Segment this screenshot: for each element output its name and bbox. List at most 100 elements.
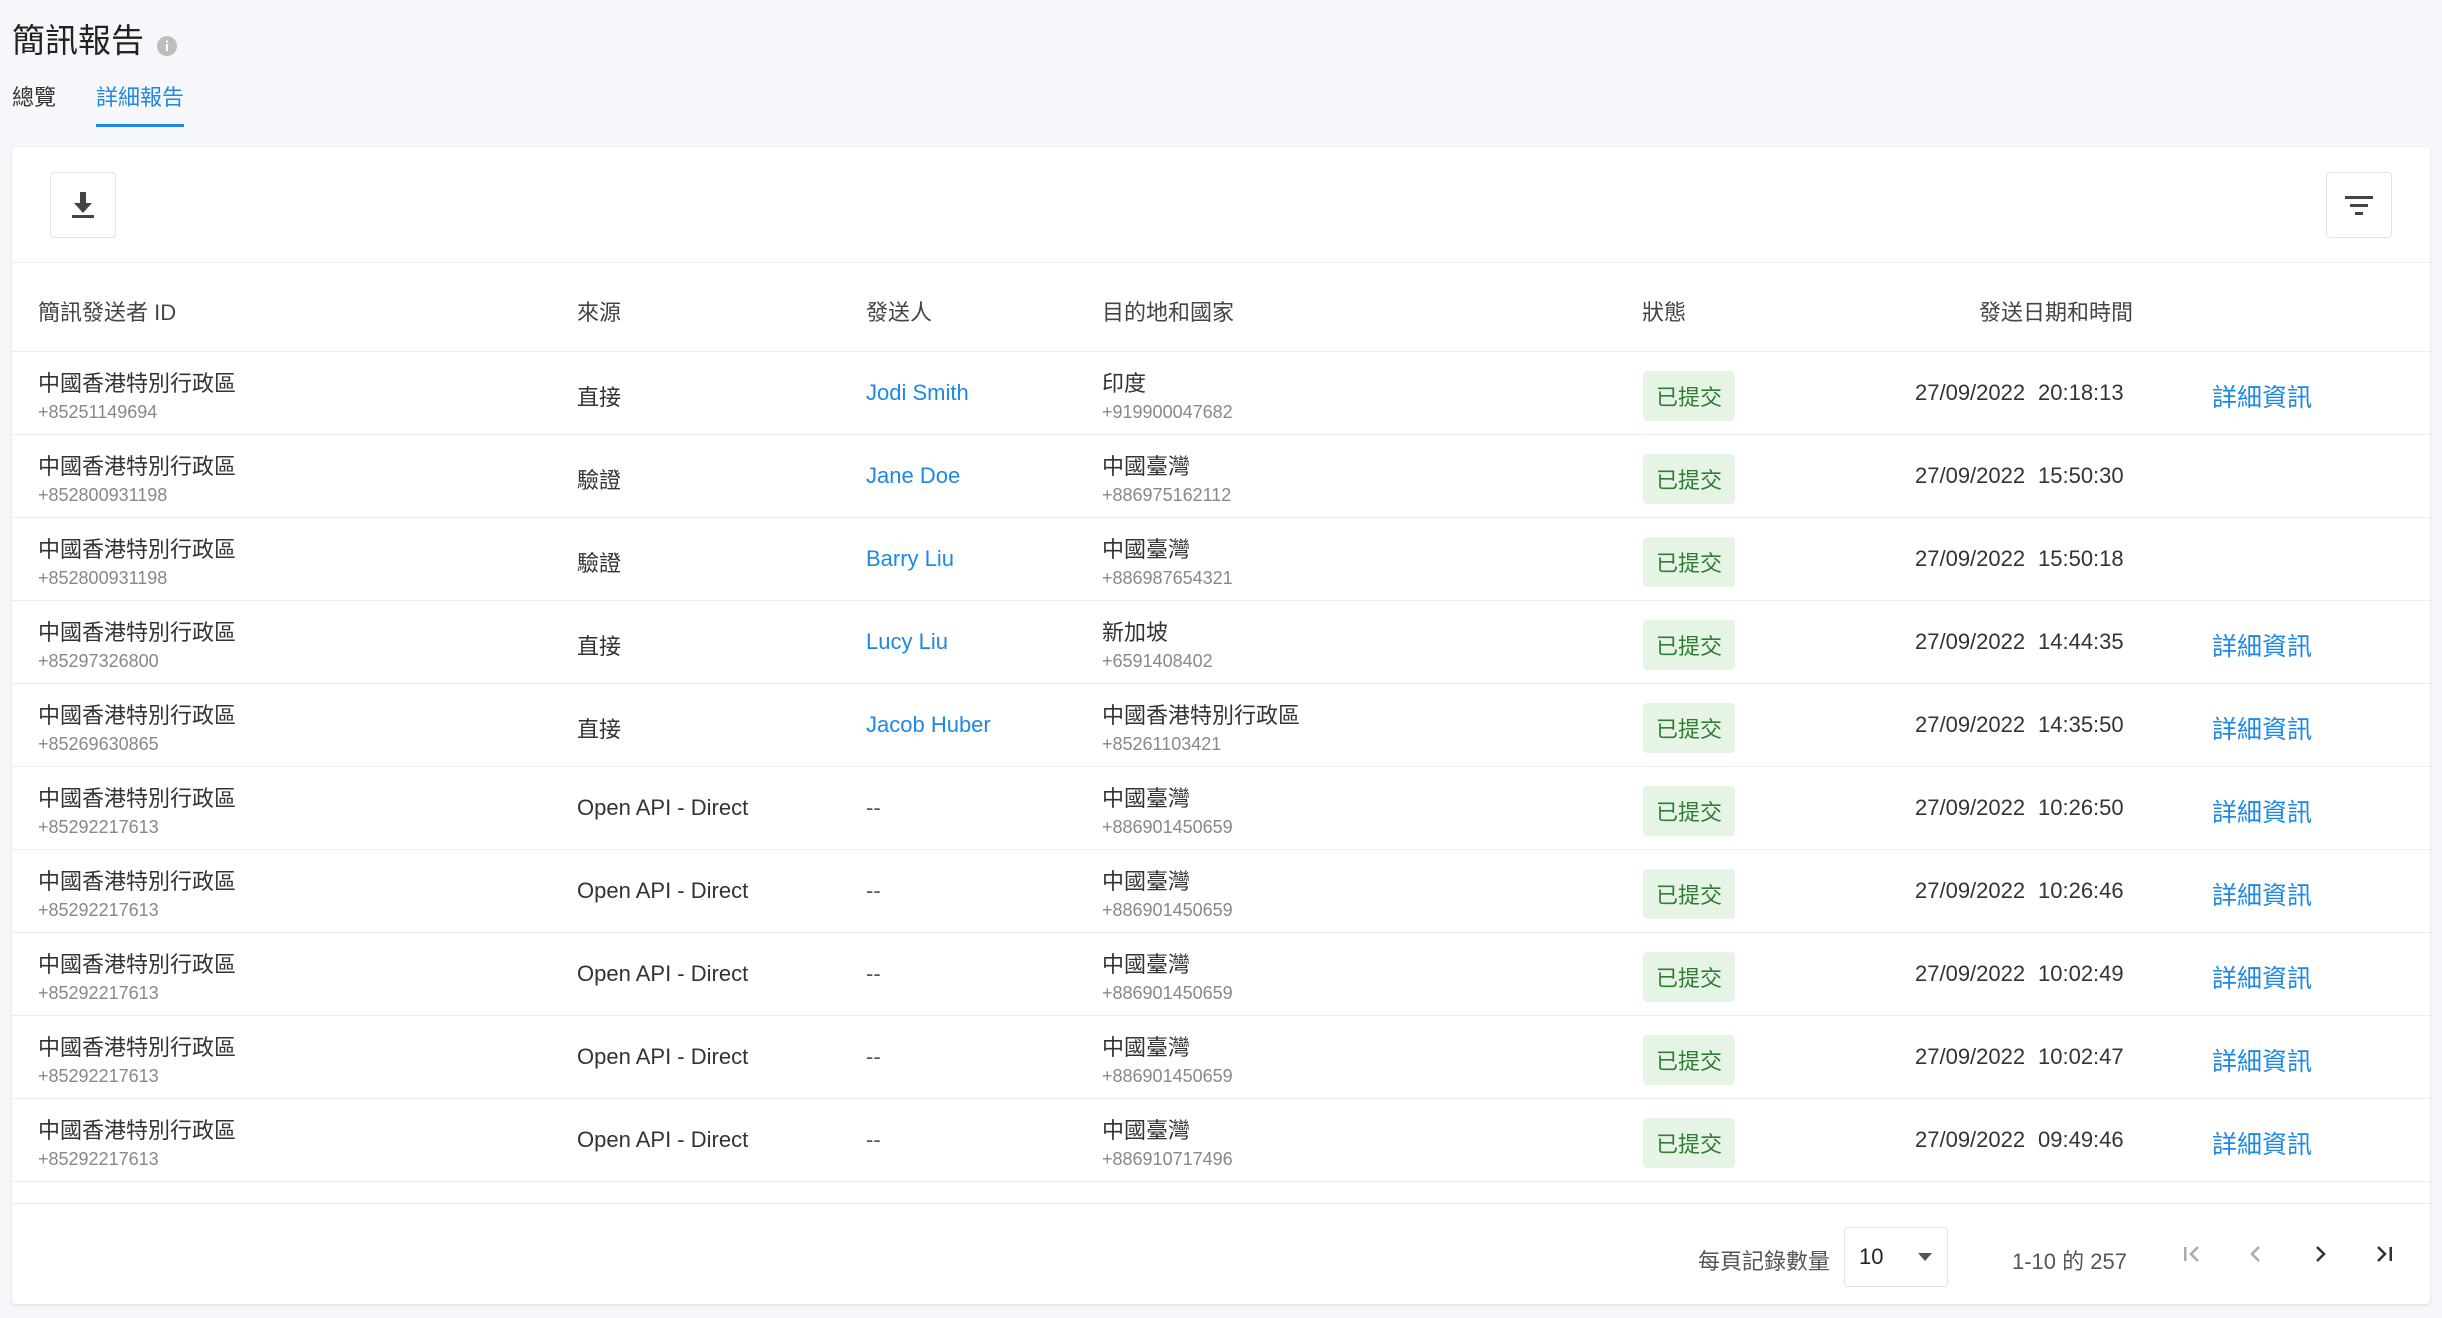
- table-row[interactable]: 中國香港特別行政區 +85269630865 直接 Jacob Huber 中國香港特別…: [12, 684, 2430, 767]
- sent-date: 27/09/2022: [1915, 380, 2026, 405]
- column-header-sent-datetime[interactable]: 發送日期和時間: [1979, 295, 2133, 327]
- table-row[interactable]: 中國香港特別行政區 +85292217613 Open API - Direct --…: [12, 767, 2430, 850]
- status-badge: 已提交: [1643, 537, 1736, 587]
- table-row[interactable]: 中國香港特別行政區 +85251149694 直接 Jodi Smith 印度 +9199…: [12, 352, 2430, 435]
- destination-cell: 中國臺灣 +886901450659: [1102, 781, 1233, 838]
- first-page-button[interactable]: [2172, 1234, 2212, 1274]
- destination-country: 中國香港特別行政區: [1102, 703, 1301, 728]
- last-page-icon: [2377, 1246, 2392, 1262]
- sender-region: 中國香港特別行政區: [38, 371, 237, 396]
- sender-region: 中國香港特別行政區: [38, 537, 237, 562]
- source-cell: Open API - Direct: [577, 961, 749, 986]
- details-link[interactable]: 詳細資訊: [2212, 378, 2312, 414]
- column-header-destination[interactable]: 目的地和國家: [1102, 295, 1234, 327]
- table-header: 簡訊發送者 ID 來源 發送人 目的地和國家 狀態 發送日期和時間: [12, 263, 2430, 352]
- sender-cell[interactable]: Jane Doe: [866, 463, 960, 489]
- destination-phone: +886987654321: [1102, 568, 1233, 588]
- tab-detailed-report[interactable]: 詳細報告: [96, 80, 185, 127]
- sent-time: 20:18:13: [2038, 380, 2124, 405]
- destination-cell: 新加坡 +6591408402: [1102, 615, 1213, 672]
- destination-country: 中國臺灣: [1102, 1035, 1191, 1060]
- sent-time: 15:50:18: [2038, 546, 2124, 571]
- tab-bar: 總覽 詳細報告: [12, 80, 185, 127]
- table-row[interactable]: 中國香港特別行政區 +85292217613 Open API - Direct --…: [12, 1016, 2430, 1099]
- sender-cell[interactable]: Jodi Smith: [866, 380, 969, 406]
- download-icon: [72, 192, 94, 218]
- rows-per-page-select[interactable]: 10: [1844, 1227, 1948, 1287]
- details-link[interactable]: 詳細資訊: [2212, 959, 2312, 995]
- source-cell: 直接: [577, 634, 622, 659]
- status-badge: 已提交: [1643, 786, 1736, 836]
- status-badge: 已提交: [1643, 1035, 1736, 1085]
- sender-cell[interactable]: Lucy Liu: [866, 629, 948, 655]
- sender-phone: +85297326800: [38, 651, 159, 671]
- last-page-button[interactable]: [2364, 1234, 2404, 1274]
- sent-time: 09:49:46: [2038, 1127, 2124, 1152]
- table-row[interactable]: 中國香港特別行政區 +852800931198 驗證 Jane Doe 中國臺灣 +886…: [12, 435, 2430, 518]
- sent-date: 27/09/2022: [1915, 878, 2026, 903]
- destination-phone: +85261103421: [1102, 734, 1222, 754]
- table-row[interactable]: 中國香港特別行政區 +85292217613 Open API - Direct --…: [12, 1099, 2430, 1182]
- destination-phone: +919900047682: [1102, 402, 1233, 422]
- destination-country: 中國臺灣: [1102, 952, 1191, 977]
- sender-region: 中國香港特別行政區: [38, 620, 237, 645]
- sender-region: 中國香港特別行政區: [38, 454, 237, 479]
- details-link[interactable]: 詳細資訊: [2212, 710, 2312, 746]
- download-button[interactable]: [50, 172, 116, 238]
- column-header-sender[interactable]: 發送人: [866, 295, 932, 327]
- destination-cell: 中國臺灣 +886901450659: [1102, 947, 1233, 1004]
- filter-button[interactable]: [2326, 172, 2392, 238]
- sender-region: 中國香港特別行政區: [38, 1118, 237, 1143]
- sent-time: 15:50:30: [2038, 463, 2124, 488]
- column-header-status[interactable]: 狀態: [1642, 295, 1686, 327]
- details-link[interactable]: 詳細資訊: [2212, 876, 2312, 912]
- sender-cell: --: [866, 878, 881, 903]
- prev-page-button[interactable]: [2236, 1234, 2276, 1274]
- table-row[interactable]: 中國香港特別行政區 +85292217613 Open API - Direct --…: [12, 933, 2430, 1016]
- destination-country: 中國臺灣: [1102, 786, 1191, 811]
- destination-cell: 中國臺灣 +886901450659: [1102, 1030, 1233, 1087]
- table-row[interactable]: 中國香港特別行政區 +852800931198 驗證 Barry Liu 中國臺灣 +88…: [12, 518, 2430, 601]
- rows-per-page-label: 每頁記錄數量: [1698, 1249, 1831, 1274]
- sender-cell[interactable]: Jacob Huber: [866, 712, 991, 738]
- caret-down-icon: [1918, 1253, 1932, 1261]
- destination-country: 印度: [1102, 371, 1147, 396]
- sender-id-cell: 中國香港特別行政區 +852800931198: [38, 449, 236, 506]
- destination-cell: 中國香港特別行政區 +85261103421: [1102, 698, 1300, 755]
- source-cell: Open API - Direct: [577, 1127, 749, 1152]
- next-page-button[interactable]: [2300, 1234, 2340, 1274]
- source-cell: 驗證: [577, 551, 622, 576]
- destination-country: 新加坡: [1102, 620, 1169, 645]
- source-cell: Open API - Direct: [577, 878, 749, 903]
- info-icon[interactable]: [156, 27, 178, 56]
- destination-country: 中國臺灣: [1102, 1118, 1191, 1143]
- sender-cell: --: [866, 1044, 881, 1069]
- sent-date: 27/09/2022: [1915, 546, 2026, 571]
- destination-phone: +886975162112: [1102, 485, 1232, 505]
- sent-time: 10:26:46: [2038, 878, 2124, 903]
- source-cell: Open API - Direct: [577, 1044, 749, 1069]
- destination-phone: +886901450659: [1102, 983, 1233, 1003]
- sender-cell[interactable]: Barry Liu: [866, 546, 954, 572]
- table-body: 中國香港特別行政區 +85251149694 直接 Jodi Smith 印度 +9199…: [12, 352, 2430, 1182]
- details-link[interactable]: 詳細資訊: [2212, 1125, 2312, 1161]
- pagination-bar: 每頁記錄數量 10 1-10 的 257: [12, 1203, 2430, 1304]
- details-link[interactable]: 詳細資訊: [2212, 627, 2312, 663]
- status-badge: 已提交: [1643, 371, 1736, 421]
- tab-overview[interactable]: 總覽: [12, 80, 56, 127]
- sent-date: 27/09/2022: [1915, 712, 2026, 737]
- sender-region: 中國香港特別行政區: [38, 952, 237, 977]
- sent-date: 27/09/2022: [1915, 1044, 2026, 1069]
- sender-phone: +852800931198: [38, 568, 168, 588]
- details-link[interactable]: 詳細資訊: [2212, 793, 2312, 829]
- status-badge: 已提交: [1643, 454, 1736, 504]
- column-header-source[interactable]: 來源: [577, 295, 621, 327]
- sent-date: 27/09/2022: [1915, 961, 2026, 986]
- table-row[interactable]: 中國香港特別行政區 +85297326800 直接 Lucy Liu 新加坡 +65914…: [12, 601, 2430, 684]
- rows-per-page-value: 10: [1859, 1244, 1884, 1269]
- column-header-sender-id[interactable]: 簡訊發送者 ID: [38, 295, 176, 327]
- sent-time: 10:26:50: [2038, 795, 2124, 820]
- table-row[interactable]: 中國香港特別行政區 +85292217613 Open API - Direct --…: [12, 850, 2430, 933]
- details-link[interactable]: 詳細資訊: [2212, 1042, 2312, 1078]
- status-badge: 已提交: [1643, 952, 1736, 1002]
